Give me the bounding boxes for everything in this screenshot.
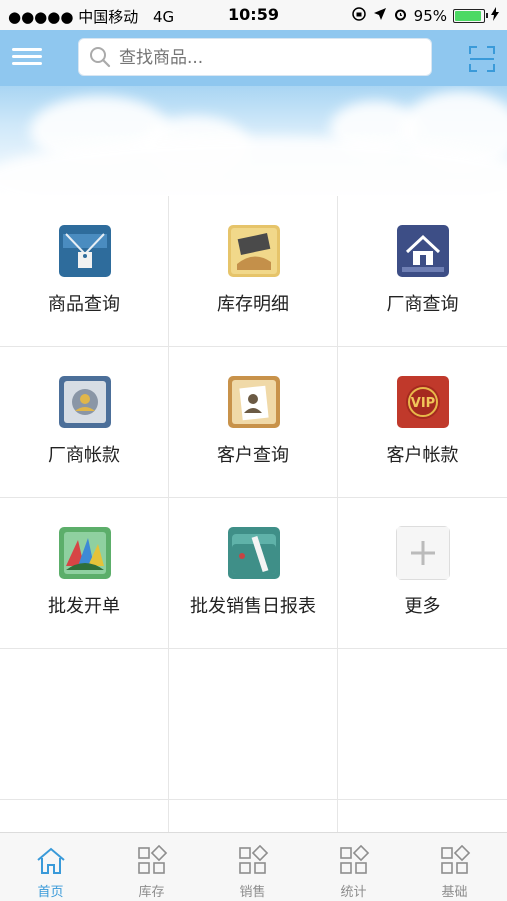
tab-sales[interactable]: 销售 — [202, 833, 303, 901]
plus-icon — [396, 526, 450, 580]
grid-icon — [441, 845, 471, 874]
grid-item-label: 批发开单 — [48, 596, 120, 617]
menu-button[interactable] — [12, 44, 42, 72]
svg-text:VIP: VIP — [411, 396, 435, 411]
tab-label: 基础 — [441, 885, 468, 900]
grid-item-vendor-query[interactable]: 厂商查询 — [338, 196, 507, 347]
grid-item-product-query[interactable]: 商品查询 — [0, 196, 169, 347]
product-tag-icon — [59, 225, 111, 277]
tab-label: 统计 — [340, 885, 367, 900]
grid-empty-cell — [338, 649, 507, 800]
customer-profile-icon — [228, 376, 280, 428]
status-bar: ●●●●● 中国移动 4G 10:59 95% — [0, 0, 507, 30]
grid-empty-cell — [338, 800, 507, 832]
sales-report-folder-icon — [228, 527, 280, 579]
house-icon — [397, 225, 449, 277]
search-input[interactable] — [117, 45, 421, 71]
vip-icon: VIP — [397, 376, 449, 428]
battery-percent: 95% — [413, 7, 447, 25]
grid-item-label: 批发销售日报表 — [190, 596, 316, 617]
tab-basics[interactable]: 基础 — [404, 833, 505, 901]
search-icon — [90, 47, 111, 68]
grid-item-label: 商品查询 — [48, 294, 120, 315]
grid-item-inventory-detail[interactable]: 库存明细 — [169, 196, 338, 347]
grid-empty-cell — [169, 649, 338, 800]
status-icons: 95% — [351, 6, 499, 26]
grid-item-vendor-account[interactable]: 厂商帐款 — [0, 347, 169, 498]
grid-item-more[interactable]: 更多 — [338, 498, 507, 649]
grid-item-label: 客户帐款 — [386, 445, 459, 466]
battery-icon — [453, 9, 488, 23]
banner-image — [0, 86, 507, 196]
grid-icon — [138, 845, 168, 874]
bottom-tab-bar: 首页 库存 销售 统计 基础 — [0, 832, 507, 901]
grid-item-wholesale-order[interactable]: 批发开单 — [0, 498, 169, 649]
grid-item-label: 更多 — [404, 596, 441, 617]
tab-statistics[interactable]: 统计 — [303, 833, 404, 901]
charging-bolt-icon — [491, 7, 499, 25]
wholesale-order-icon — [59, 527, 111, 579]
location-arrow-icon — [373, 7, 387, 25]
scan-button[interactable] — [469, 46, 495, 72]
home-icon — [37, 847, 65, 874]
grid-item-customer-account[interactable]: VIP 客户帐款 — [338, 347, 507, 498]
grid-item-wholesale-daily-report[interactable]: 批发销售日报表 — [169, 498, 338, 649]
grid-item-customer-query[interactable]: 客户查询 — [169, 347, 338, 498]
app-header — [0, 30, 507, 86]
grid-item-label: 库存明细 — [217, 294, 289, 315]
grid-item-label: 厂商查询 — [386, 294, 459, 315]
grid-item-label: 客户查询 — [217, 445, 289, 466]
scan-icon — [469, 46, 495, 72]
grid-icon — [239, 845, 269, 874]
function-grid: 商品查询 库存明细 厂商查询 厂商帐款 客户查询 VIP 客户帐款 批发开单 批… — [0, 196, 507, 832]
tab-inventory[interactable]: 库存 — [101, 833, 202, 901]
tab-label: 首页 — [37, 885, 64, 900]
grid-empty-cell — [169, 800, 338, 832]
inventory-money-icon — [228, 225, 280, 277]
grid-empty-cell — [0, 649, 169, 800]
rotation-lock-icon — [351, 6, 367, 26]
vendor-account-icon — [59, 376, 111, 428]
grid-item-label: 厂商帐款 — [48, 445, 120, 466]
alarm-icon — [393, 7, 408, 26]
grid-empty-cell — [0, 800, 169, 832]
tab-label: 销售 — [239, 885, 266, 900]
tab-label: 库存 — [138, 885, 165, 900]
search-box[interactable] — [78, 38, 432, 76]
grid-icon — [340, 845, 370, 874]
tab-home[interactable]: 首页 — [0, 833, 101, 901]
